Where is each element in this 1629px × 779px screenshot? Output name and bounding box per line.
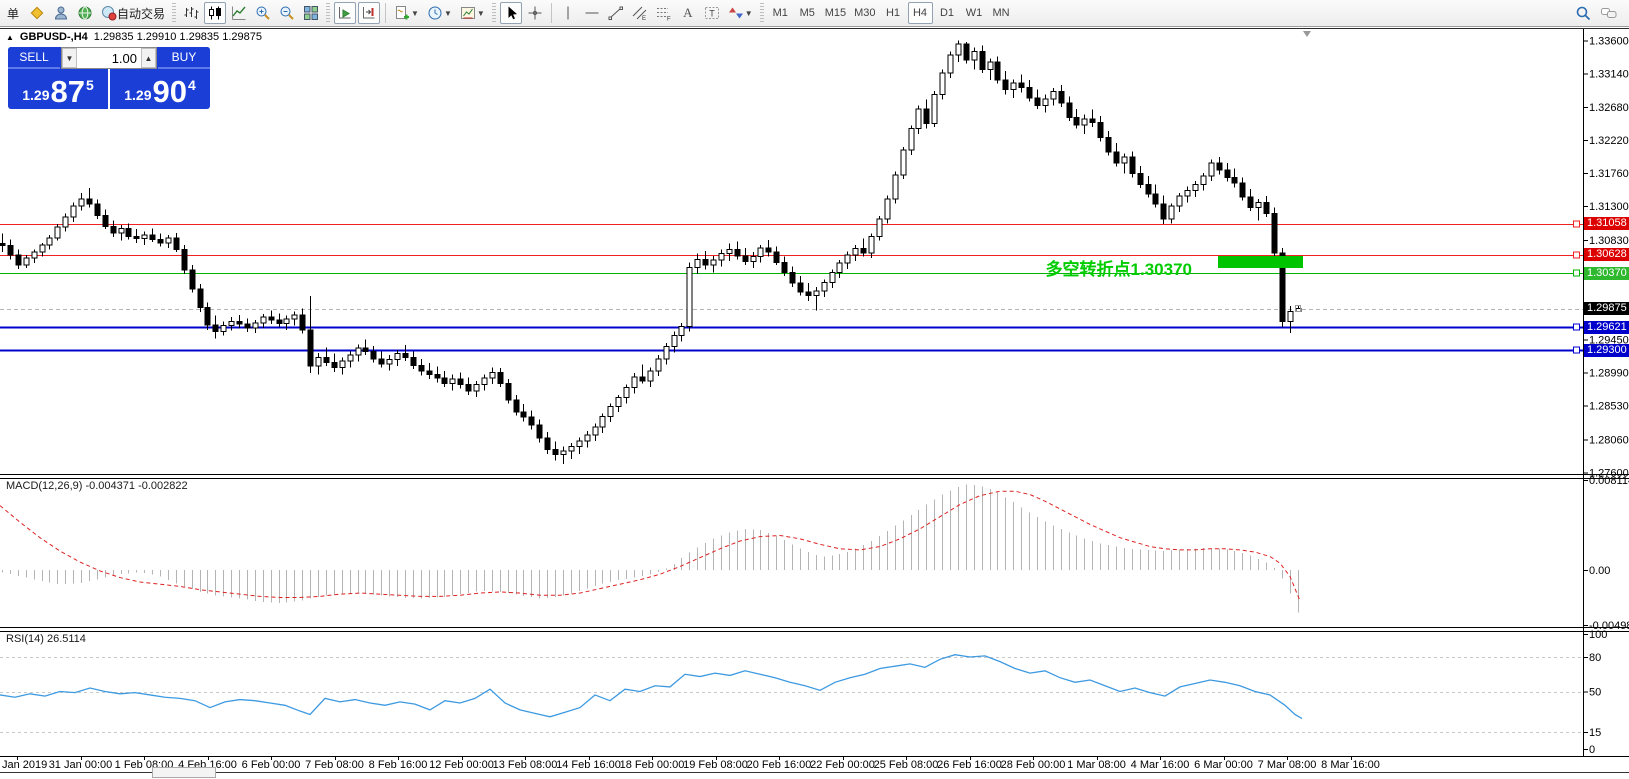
cursor-icon[interactable]	[500, 2, 522, 24]
tab-D1[interactable]: D1	[935, 2, 960, 24]
rsi-label: RSI(14) 26.5114	[6, 633, 86, 645]
symbol-ohlc-bar: ▲ GBPUSD-,H4 1.29835 1.29910 1.29835 1.2…	[6, 31, 262, 43]
search-icon[interactable]	[1572, 2, 1595, 24]
chevron-down-icon: ▼	[477, 9, 485, 18]
timeframe-bar: M1M5M15M30H1H4D1W1MN	[768, 2, 1014, 24]
tab-H1[interactable]: H1	[881, 2, 906, 24]
candlestick-chart-icon[interactable]	[204, 2, 226, 24]
autotrading-icon	[101, 5, 117, 21]
svg-text:E: E	[642, 16, 646, 21]
line-chart-icon[interactable]	[228, 2, 250, 24]
volume-field-wrap: ▼ 1.00 ▲	[61, 47, 157, 69]
buy-price-button[interactable]: 1.29 90 4	[110, 69, 210, 109]
toolbar-grip[interactable]	[760, 3, 764, 23]
tab-MN[interactable]: MN	[989, 2, 1014, 24]
templates-button[interactable]: ▼	[457, 2, 488, 24]
buy-button[interactable]: BUY	[158, 47, 210, 69]
sell-price-big: 87	[50, 78, 84, 106]
toolbar-grip[interactable]	[172, 3, 176, 23]
arrows-tool-button[interactable]: ▼	[725, 2, 756, 24]
volume-step-up-button[interactable]: ▲	[141, 48, 156, 68]
chart-area[interactable]: 1.336001.331401.326801.322201.317601.313…	[0, 0, 1629, 779]
trendline-icon[interactable]	[605, 2, 627, 24]
symbol-title: GBPUSD-,H4	[20, 31, 88, 43]
time-axis[interactable]	[0, 757, 1583, 773]
sell-price-sup: 5	[86, 78, 94, 92]
buy-price-small: 1.29	[124, 88, 151, 102]
svg-text:T: T	[709, 9, 715, 19]
toolbar: 单 自动交易 ▼ ▼ ▼ E F A T ▼ M1M5M15M	[0, 0, 1629, 27]
crosshair-icon[interactable]	[524, 2, 546, 24]
chevron-down-icon: ▼	[745, 9, 753, 18]
new-order-icon[interactable]	[26, 2, 48, 24]
text-label-tool-icon[interactable]: T	[701, 2, 723, 24]
tab-W1[interactable]: W1	[962, 2, 987, 24]
collapse-panel-icon[interactable]: ▲	[6, 33, 14, 42]
pivot-highlight-bar	[1218, 256, 1303, 268]
autotrading-button[interactable]: 自动交易	[98, 2, 168, 24]
equidistant-channel-icon[interactable]: E	[629, 2, 651, 24]
chart-shift-icon[interactable]	[358, 2, 380, 24]
fibonacci-icon[interactable]: F	[653, 2, 675, 24]
price-axis[interactable]	[1584, 28, 1629, 756]
volume-step-down-button[interactable]: ▼	[62, 48, 77, 68]
tab-M5[interactable]: M5	[795, 2, 820, 24]
chat-icon[interactable]	[1597, 2, 1621, 24]
zoom-out-icon[interactable]	[276, 2, 298, 24]
horizontal-line-icon[interactable]	[581, 2, 603, 24]
one-click-trading-panel: SELL ▼ 1.00 ▲ BUY 1.29 87 5 1.29 90 4	[8, 47, 210, 109]
buy-price-big: 90	[152, 78, 186, 106]
text-tool-button[interactable]: A	[677, 2, 699, 24]
auto-scroll-icon[interactable]	[334, 2, 356, 24]
clipped-order-button[interactable]: 单	[2, 2, 24, 24]
macd-label: MACD(12,26,9) -0.004371 -0.002822	[6, 480, 188, 492]
sell-price-button[interactable]: 1.29 87 5	[8, 69, 110, 109]
zoom-in-icon[interactable]	[252, 2, 274, 24]
vertical-line-icon[interactable]	[557, 2, 579, 24]
indicators-button[interactable]: ▼	[391, 2, 422, 24]
sell-button[interactable]: SELL	[8, 47, 60, 69]
bar-chart-icon[interactable]	[180, 2, 202, 24]
buy-price-sup: 4	[188, 78, 196, 92]
ohlc-values: 1.29835 1.29910 1.29835 1.29875	[94, 31, 262, 43]
news-icon[interactable]	[74, 2, 96, 24]
toolbar-grip[interactable]	[326, 3, 330, 23]
tab-M15[interactable]: M15	[822, 2, 849, 24]
periods-button[interactable]: ▼	[424, 2, 455, 24]
tab-H4[interactable]: H4	[908, 2, 933, 24]
autotrading-label: 自动交易	[117, 5, 165, 22]
svg-text:F: F	[667, 17, 671, 22]
chevron-down-icon: ▼	[444, 9, 452, 18]
tab-M1[interactable]: M1	[768, 2, 793, 24]
tab-M30[interactable]: M30	[851, 2, 878, 24]
tile-windows-icon[interactable]	[300, 2, 322, 24]
toolbar-grip[interactable]	[492, 3, 496, 23]
chevron-down-icon: ▼	[411, 9, 419, 18]
sell-price-small: 1.29	[22, 88, 49, 102]
mt4-window: 单 自动交易 ▼ ▼ ▼ E F A T ▼ M1M5M15M	[0, 0, 1629, 779]
pivot-annotation-text: 多空转折点1.30370	[1046, 255, 1192, 280]
volume-input[interactable]: 1.00	[77, 48, 141, 68]
profile-icon[interactable]	[50, 2, 72, 24]
